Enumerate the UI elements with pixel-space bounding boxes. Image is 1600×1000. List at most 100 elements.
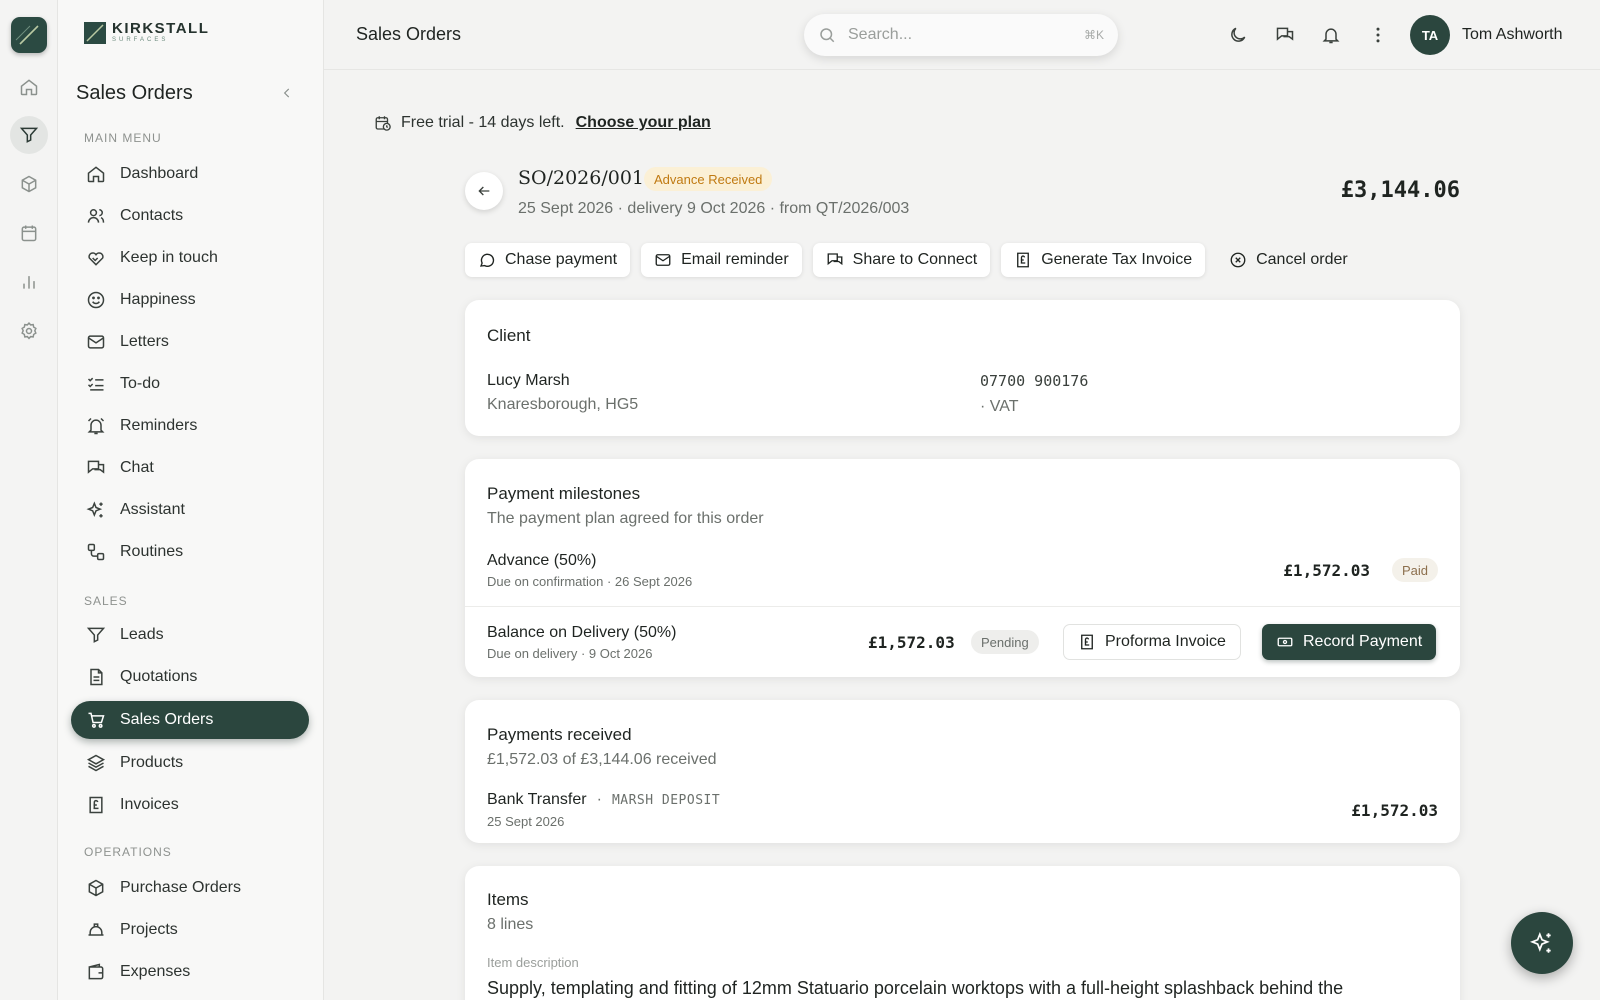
sidebar-item-leads[interactable]: Leads	[71, 616, 309, 654]
hard-hat-icon	[86, 920, 106, 940]
items-title: Items	[487, 890, 529, 909]
sidebar-item-letters[interactable]: Letters	[71, 323, 309, 361]
cancel-order-button[interactable]: Cancel order	[1216, 243, 1361, 277]
layers-icon	[86, 753, 106, 773]
sidebar-item-chat[interactable]: Chat	[71, 449, 309, 487]
proforma-invoice-button[interactable]: Proforma Invoice	[1063, 624, 1241, 660]
milestones-subtitle: The payment plan agreed for this order	[487, 510, 764, 527]
items-card: Items 8 lines Item description Supply, t…	[465, 866, 1460, 1000]
milestone-name: Advance (50%)	[487, 552, 597, 569]
generate-tax-invoice-button[interactable]: Generate Tax Invoice	[1001, 243, 1206, 277]
share-to-connect-label: Share to Connect	[852, 251, 978, 268]
share-to-connect-button[interactable]: Share to Connect	[812, 243, 991, 277]
icon-rail	[0, 0, 58, 1000]
client-phone[interactable]: 07700 900176	[980, 372, 1088, 390]
paid-badge: Paid	[1391, 558, 1438, 582]
sidebar-item-expenses[interactable]: Expenses	[71, 953, 309, 991]
alarm-bell-icon	[86, 416, 106, 436]
x-circle-icon	[1229, 251, 1247, 269]
receipt-pound-icon	[86, 795, 106, 815]
heart-handshake-icon	[86, 248, 106, 268]
choose-plan-link[interactable]: Choose your plan	[576, 114, 711, 132]
sidebar-item-label: Reminders	[120, 417, 198, 434]
trial-banner: Free trial - 14 days left. Choose your p…	[374, 114, 711, 132]
sidebar-item-projects[interactable]: Projects	[71, 911, 309, 949]
messages-icon[interactable]	[1274, 24, 1296, 46]
bar-chart-icon[interactable]	[17, 270, 41, 294]
sidebar-item-purchase-orders[interactable]: Purchase Orders	[71, 869, 309, 907]
chase-payment-button[interactable]: Chase payment	[465, 243, 631, 277]
sidebar-item-sales-orders[interactable]: Sales Orders	[71, 701, 309, 739]
dark-mode-icon[interactable]	[1227, 24, 1249, 46]
sidebar-item-label: Purchase Orders	[120, 879, 241, 896]
users-icon	[86, 206, 106, 226]
calendar-clock-icon	[374, 114, 392, 132]
sparkles-icon	[1529, 930, 1555, 956]
ai-assistant-button[interactable]	[1511, 912, 1573, 974]
client-name[interactable]: Lucy Marsh	[487, 372, 570, 390]
sparkles-icon	[86, 500, 106, 520]
avatar[interactable]: TA	[1410, 15, 1450, 55]
chase-payment-label: Chase payment	[505, 251, 618, 268]
milestone-name: Balance on Delivery (50%)	[487, 624, 677, 641]
sidebar-item-label: Projects	[120, 921, 178, 938]
sidebar-item-todo[interactable]: To-do	[71, 365, 309, 403]
sidebar-item-label: Letters	[120, 333, 169, 350]
milestone-due: Due on delivery · 9 Oct 2026	[487, 646, 653, 661]
home-icon	[86, 164, 106, 184]
collapse-sidebar-icon[interactable]	[280, 86, 294, 100]
sidebar-item-label: Leads	[120, 626, 164, 643]
client-location: Knaresborough, HG5	[487, 396, 639, 413]
item-description[interactable]: Supply, templating and fitting of 12mm S…	[487, 978, 1343, 999]
sidebar-item-quotations[interactable]: Quotations	[71, 658, 309, 696]
milestones-title: Payment milestones	[487, 484, 641, 503]
sidebar-item-routines[interactable]: Routines	[71, 533, 309, 571]
sidebar-item-reminders[interactable]: Reminders	[71, 407, 309, 445]
package-icon	[86, 878, 106, 898]
sidebar-item-label: Happiness	[120, 291, 196, 308]
user-name[interactable]: Tom Ashworth	[1462, 26, 1562, 44]
home-icon[interactable]	[17, 75, 41, 99]
payment-method: Bank Transfer	[487, 791, 587, 808]
payment-date: 25 Sept 2026	[487, 814, 565, 829]
package-icon[interactable]	[17, 172, 41, 196]
sidebar-item-happiness[interactable]: Happiness	[71, 281, 309, 319]
search-input[interactable]: Search... ⌘K	[804, 14, 1118, 56]
calendar-icon[interactable]	[17, 221, 41, 245]
order-actions: Chase payment Email reminder Share to Co…	[465, 243, 1361, 277]
sidebar-item-contacts[interactable]: Contacts	[71, 197, 309, 235]
section-operations: OPERATIONS	[84, 845, 172, 859]
sidebar-item-label: Routines	[120, 543, 184, 560]
notifications-bell-icon[interactable]	[1320, 24, 1342, 46]
chat-icon	[86, 458, 106, 478]
sidebar-item-label: Contacts	[120, 207, 184, 224]
payments-subtitle: £1,572.03 of £3,144.06 received	[487, 751, 717, 768]
brand-name: KIRKSTALL	[112, 20, 210, 37]
email-reminder-button[interactable]: Email reminder	[641, 243, 802, 277]
sidebar-item-keep-in-touch[interactable]: Keep in touch	[71, 239, 309, 277]
arrow-left-icon	[476, 183, 492, 199]
app-logo-icon[interactable]	[11, 17, 47, 53]
search-shortcut: ⌘K	[1083, 28, 1104, 42]
brand-logo[interactable]: KIRKSTALL SURFACES	[84, 20, 210, 44]
payment-reference: MARSH DEPOSIT	[611, 792, 721, 808]
wallet-icon	[86, 962, 106, 982]
sidebar-item-dashboard[interactable]: Dashboard	[71, 155, 309, 193]
mail-icon	[86, 332, 106, 352]
back-button[interactable]	[465, 172, 503, 210]
brand-mark-icon	[84, 22, 106, 44]
more-vertical-icon[interactable]	[1367, 24, 1389, 46]
milestone-amount: £1,572.03	[868, 633, 955, 652]
pending-badge: Pending	[971, 630, 1039, 654]
filter-icon[interactable]	[10, 116, 48, 154]
sidebar-item-assistant[interactable]: Assistant	[71, 491, 309, 529]
milestone-due: Due on confirmation · 26 Sept 2026	[487, 574, 693, 589]
settings-icon[interactable]	[17, 319, 41, 343]
sidebar-item-products[interactable]: Products	[71, 744, 309, 782]
sidebar-item-label: To-do	[120, 375, 161, 392]
milestone-amount: £1,572.03	[1283, 561, 1370, 580]
items-subtitle: 8 lines	[487, 916, 534, 933]
sidebar-item-invoices[interactable]: Invoices	[71, 786, 309, 824]
record-payment-button[interactable]: Record Payment	[1262, 624, 1437, 660]
client-card-title: Client	[487, 326, 531, 345]
